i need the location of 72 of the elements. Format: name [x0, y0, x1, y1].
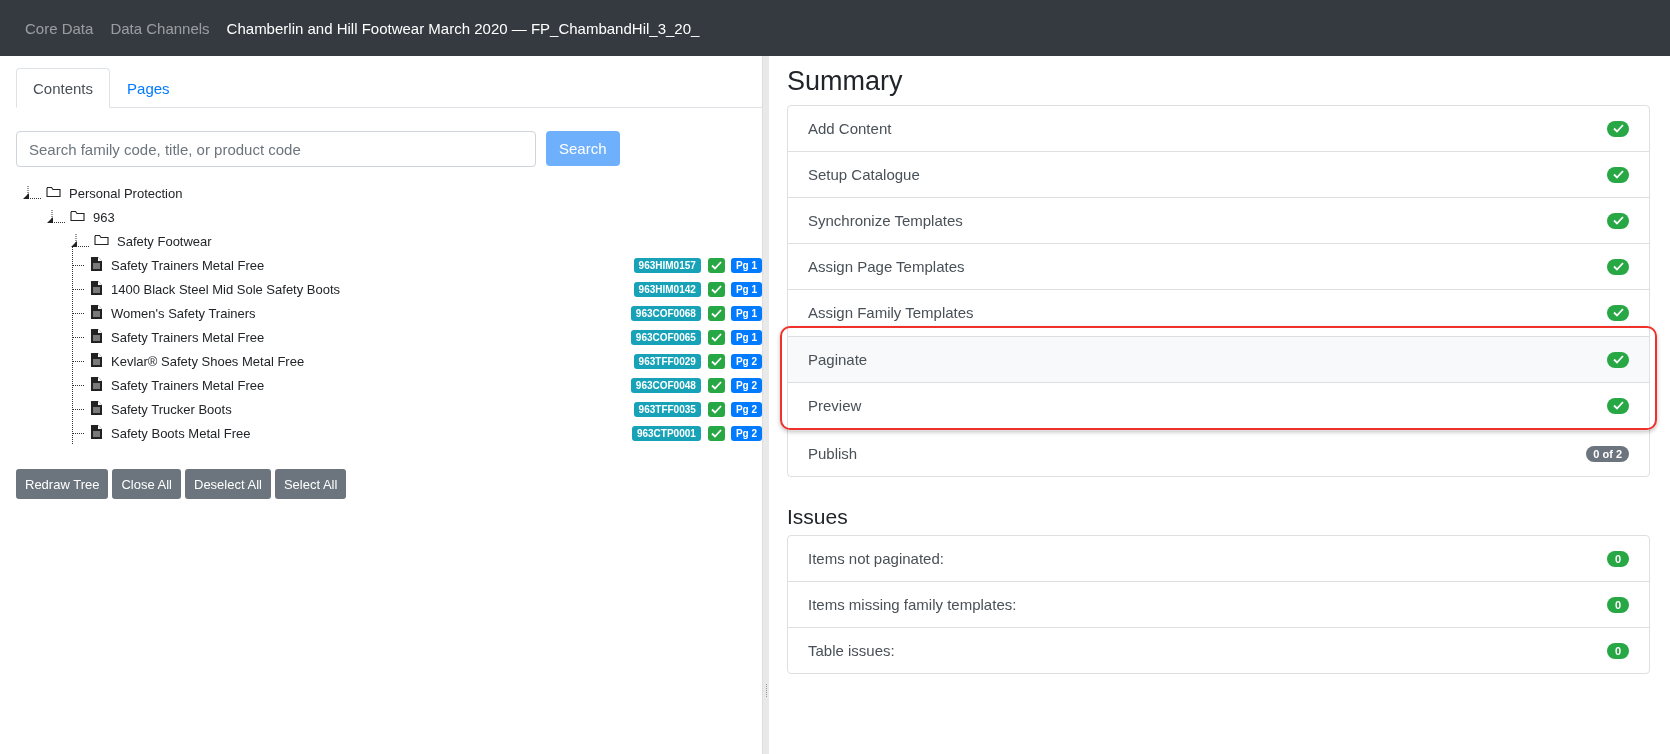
folder-label[interactable]: Safety Footwear: [117, 233, 762, 249]
check-icon: [1607, 397, 1629, 414]
item-label[interactable]: Safety Boots Metal Free: [111, 425, 626, 441]
product-code-badge: 963HIM0142: [633, 281, 701, 297]
check-icon: [1607, 120, 1629, 137]
item-label[interactable]: Safety Trucker Boots: [111, 401, 628, 417]
section-heading: Issues: [787, 505, 849, 529]
tree-action-button[interactable]: Redraw Tree: [16, 469, 109, 499]
item-label[interactable]: Safety Trainers Metal Free: [111, 329, 625, 345]
tree-action-button[interactable]: Select All: [274, 469, 347, 499]
product-code-badge: 963COF0048: [630, 377, 701, 393]
page-badge: Pg 1: [730, 257, 762, 273]
step-label: Assign Family Templates: [808, 304, 974, 321]
document-icon: [91, 376, 102, 394]
page-badge: Pg 1: [730, 281, 762, 297]
step-label: Add Content: [808, 120, 892, 137]
check-icon: [1607, 258, 1629, 275]
count-badge: 0: [1607, 642, 1629, 659]
page-title: Chamberlin and Hill Footwear March 2020 — FP_ChambandHil_3_20_: [226, 19, 700, 37]
item-label[interactable]: 1400 Black Steel Mid Sole Safety Boots: [111, 281, 628, 297]
step-label: Paginate: [808, 351, 868, 368]
item-label[interactable]: Safety Trainers Metal Free: [111, 257, 628, 273]
document-icon: [91, 424, 102, 442]
tree-action-button[interactable]: Deselect All: [185, 469, 271, 499]
folder-label[interactable]: 963: [93, 209, 762, 225]
progress-badge: 0 of 2: [1586, 445, 1629, 462]
nav-link[interactable]: Core Data: [25, 19, 94, 37]
issue-label: Items not paginated:: [808, 550, 944, 567]
expander-icon[interactable]: [46, 210, 66, 224]
tab[interactable]: Pages: [110, 68, 187, 108]
check-icon: [1607, 351, 1629, 368]
product-code-badge: 963COF0068: [630, 305, 701, 321]
check-icon: [1607, 212, 1629, 229]
search-field[interactable]: Search family code, title, or product code: [16, 131, 536, 167]
step-label: Assign Page Templates: [808, 258, 965, 275]
product-code-badge: 963TFF0035: [633, 401, 701, 417]
document-icon: [91, 352, 102, 370]
product-code-badge: 963TFF0029: [633, 353, 701, 369]
check-icon: [1607, 304, 1629, 321]
item-label[interactable]: Women's Safety Trainers: [111, 305, 625, 321]
step-label: Publish: [808, 445, 858, 462]
tree-action-button[interactable]: Close All: [112, 469, 181, 499]
document-icon: [91, 328, 102, 346]
page-badge: Pg 2: [730, 377, 762, 393]
nav-link[interactable]: Data Channels: [110, 19, 210, 37]
item-label[interactable]: Safety Trainers Metal Free: [111, 377, 625, 393]
step-label: Synchronize Templates: [808, 212, 963, 229]
product-code-badge: 963HIM0157: [633, 257, 701, 273]
page-badge: Pg 1: [730, 305, 762, 321]
issue-label: Table issues:: [808, 642, 895, 659]
page-badge: Pg 2: [730, 401, 762, 417]
document-icon: [91, 400, 102, 418]
expander-icon[interactable]: [70, 234, 90, 248]
check-icon: [1607, 166, 1629, 183]
step-label: Preview: [808, 397, 862, 414]
item-label[interactable]: Kevlar® Safety Shoes Metal Free: [111, 353, 628, 369]
expander-icon[interactable]: [22, 186, 42, 200]
section-heading: Summary: [787, 66, 904, 97]
document-icon: [91, 280, 102, 298]
page-badge: Pg 2: [730, 425, 762, 441]
document-icon: [91, 256, 102, 274]
step-label: Setup Catalogue: [808, 166, 920, 183]
page-badge: Pg 2: [730, 353, 762, 369]
product-code-badge: 963COF0065: [630, 329, 701, 345]
folder-label[interactable]: Personal Protection: [69, 185, 762, 201]
document-icon: [91, 304, 102, 322]
count-badge: 0: [1607, 596, 1629, 613]
page-badge: Pg 1: [730, 329, 762, 345]
count-badge: 0: [1607, 550, 1629, 567]
tab[interactable]: Contents: [16, 68, 111, 108]
product-code-badge: 963CTP0001: [631, 425, 701, 441]
issue-label: Items missing family templates:: [808, 596, 1017, 613]
